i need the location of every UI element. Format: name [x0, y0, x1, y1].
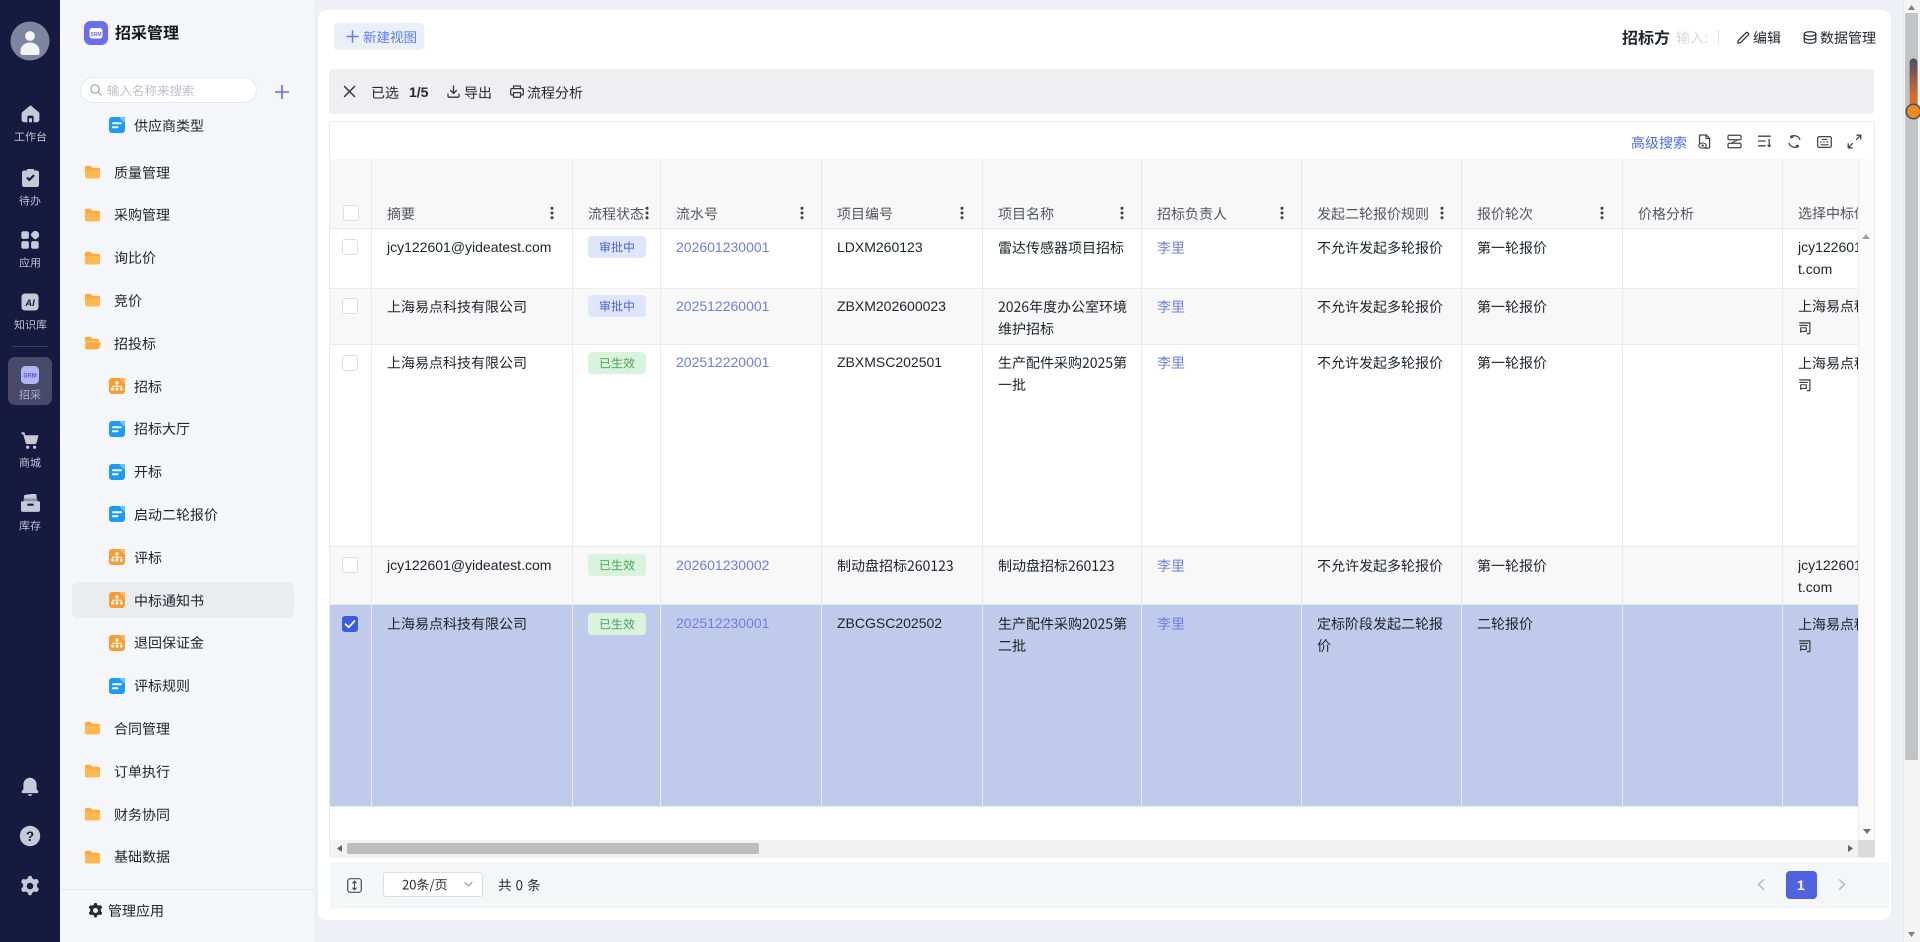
- svg-text:SRM: SRM: [23, 374, 36, 380]
- svg-text:?: ?: [26, 829, 34, 844]
- svg-text:AI: AI: [24, 298, 35, 309]
- svg-text:SRM: SRM: [90, 32, 101, 38]
